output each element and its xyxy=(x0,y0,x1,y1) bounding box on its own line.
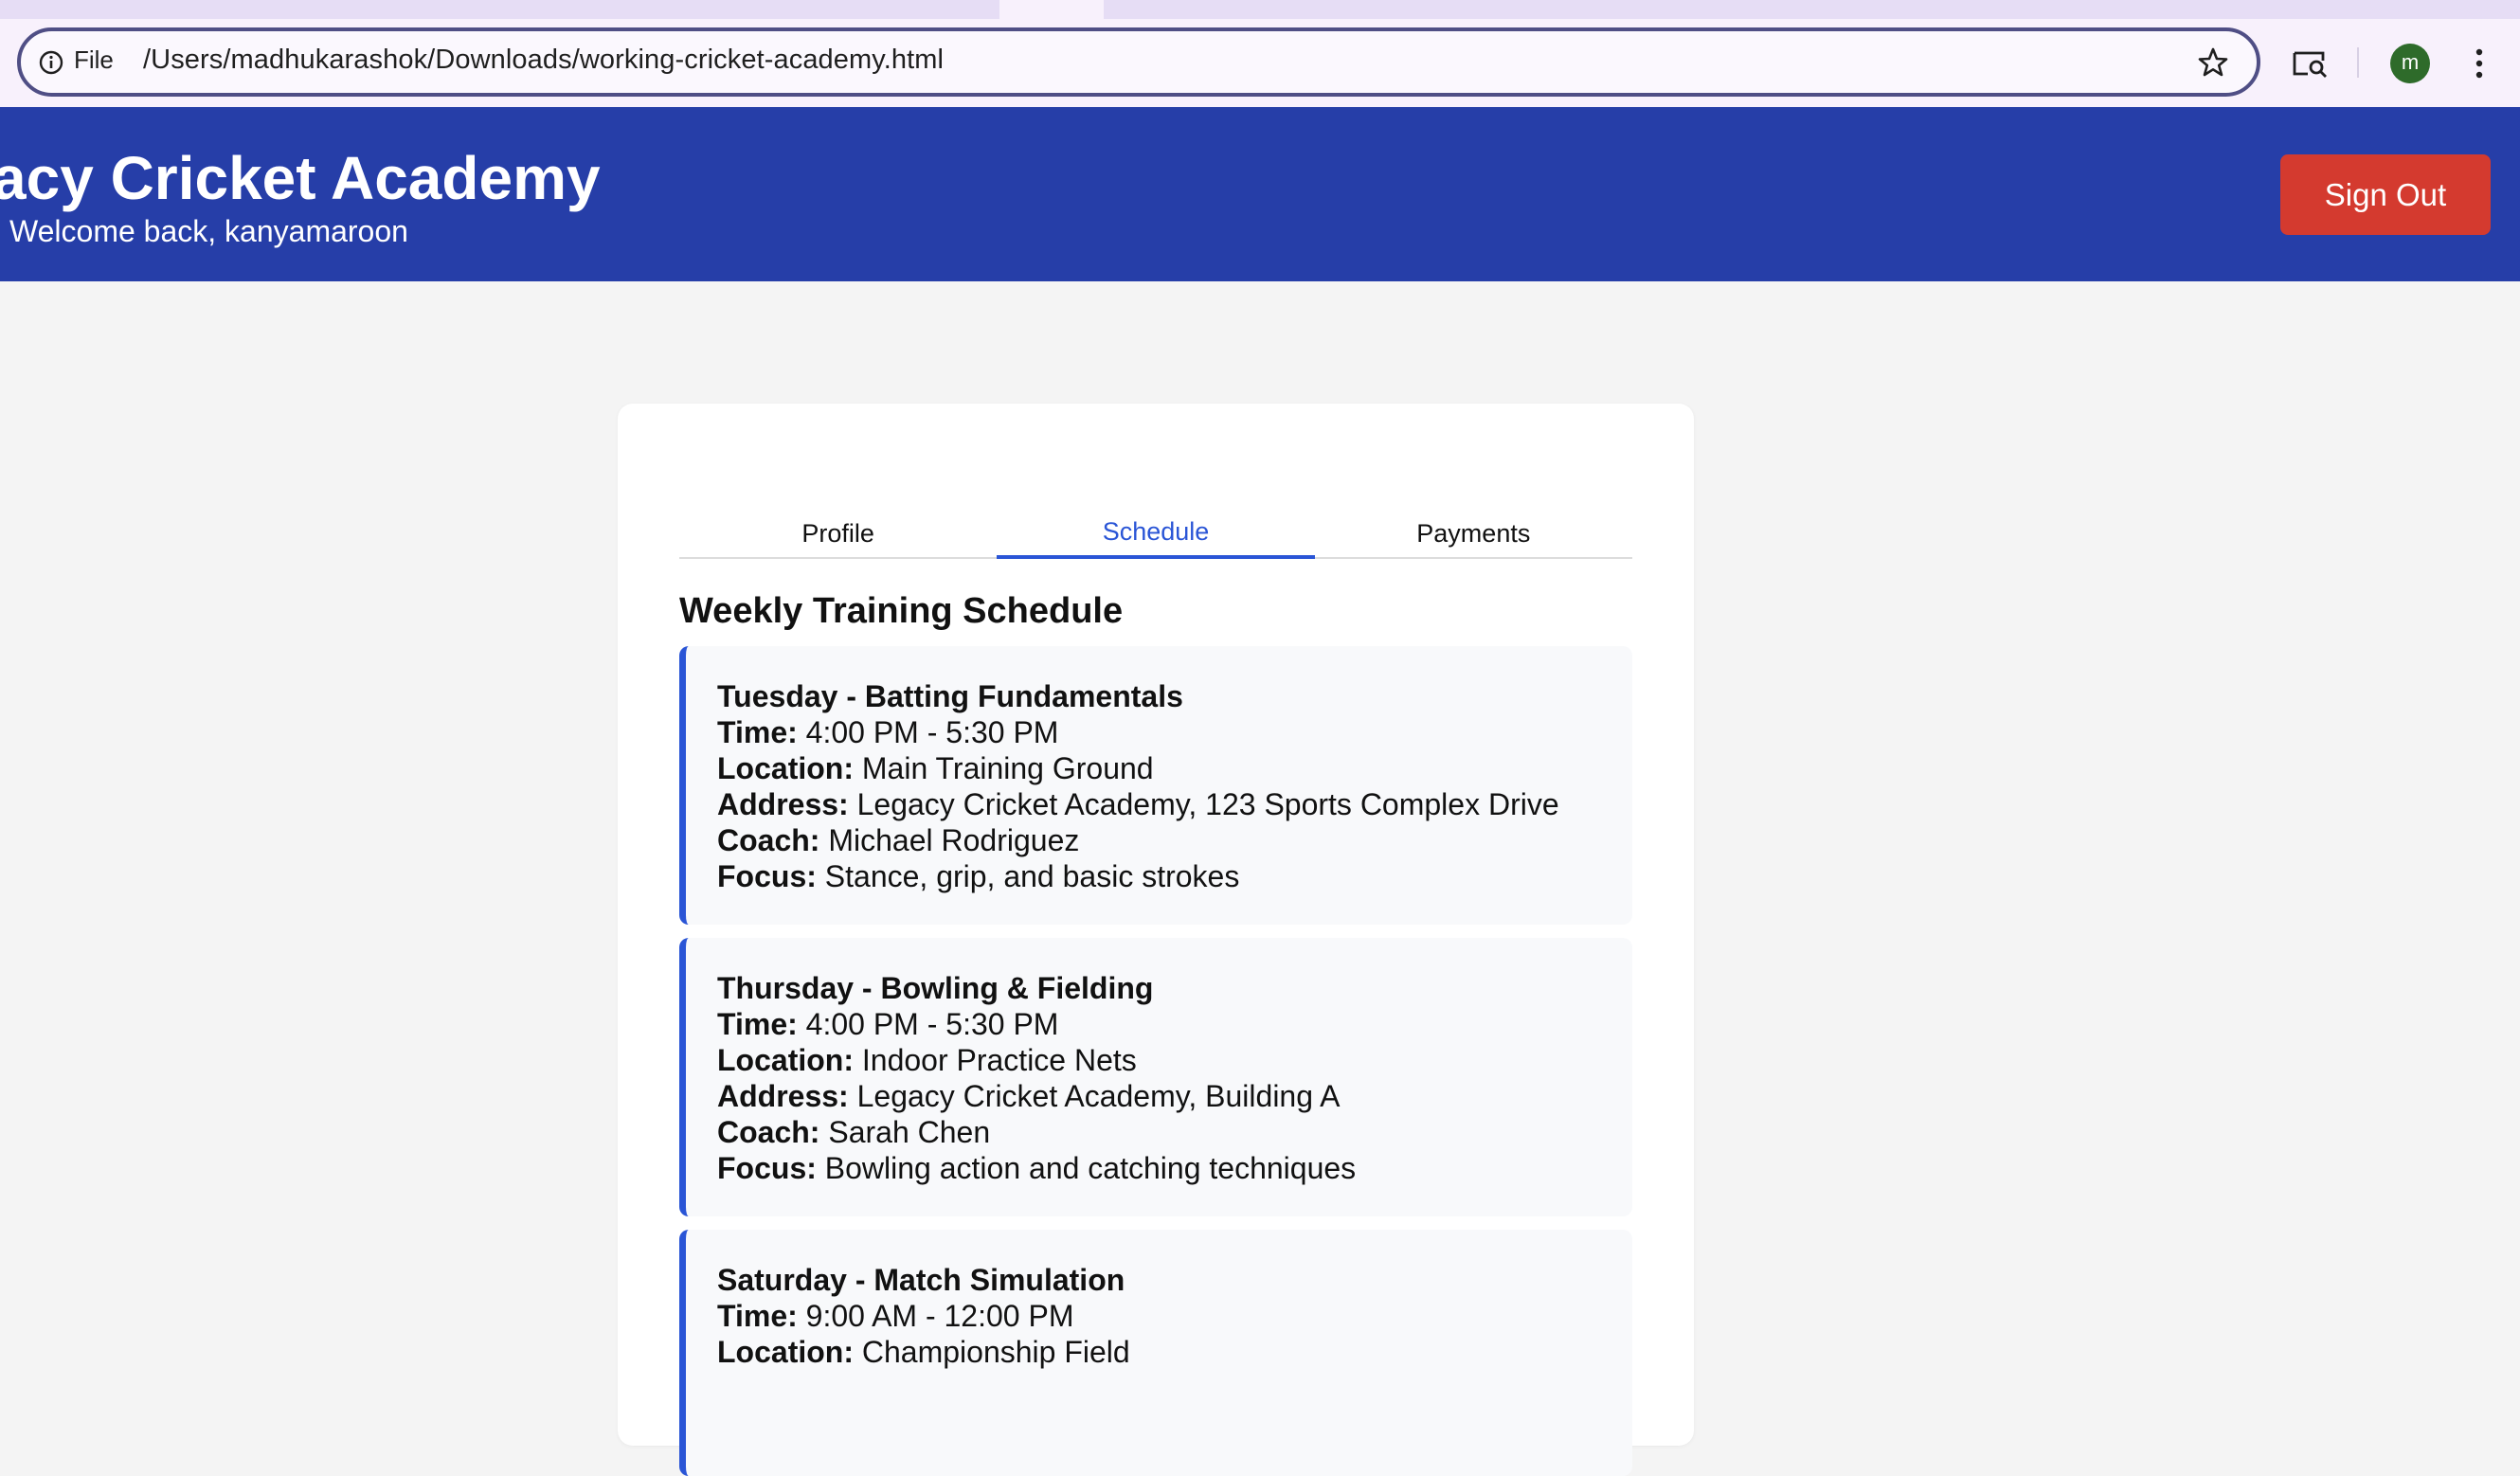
info-icon[interactable] xyxy=(38,49,64,76)
session-time-value: 4:00 PM - 5:30 PM xyxy=(805,1007,1059,1041)
browser-chrome: File /Users/madhukarashok/Downloads/work… xyxy=(0,0,2520,107)
session-location: Location: Championship Field xyxy=(717,1334,1632,1370)
address-label: Address: xyxy=(717,1079,849,1113)
session-coach: Coach: Michael Rodriguez xyxy=(717,822,1632,858)
session-location-value: Main Training Ground xyxy=(861,751,1154,785)
session-coach-value: Michael Rodriguez xyxy=(828,823,1080,857)
tab-payments[interactable]: Payments xyxy=(1315,460,1632,557)
focus-label: Focus: xyxy=(717,1151,817,1185)
session-coach-value: Sarah Chen xyxy=(828,1115,991,1149)
profile-avatar[interactable]: m xyxy=(2390,44,2430,83)
session-address: Address: Legacy Cricket Academy, 123 Spo… xyxy=(717,786,1632,822)
tab-strip xyxy=(0,0,2520,19)
session-focus-value: Bowling action and catching techniques xyxy=(824,1151,1357,1185)
session-address: Address: Legacy Cricket Academy, Buildin… xyxy=(717,1078,1632,1114)
session-time: Time: 4:00 PM - 5:30 PM xyxy=(717,714,1632,750)
welcome-message: Welcome back, kanyamaroon xyxy=(9,214,408,248)
location-label: Location: xyxy=(717,1043,854,1077)
google-lens-icon[interactable] xyxy=(2291,47,2329,80)
session-time-value: 4:00 PM - 5:30 PM xyxy=(805,715,1059,749)
more-menu-icon[interactable] xyxy=(2467,45,2492,81)
time-label: Time: xyxy=(717,1007,798,1041)
browser-tab-active[interactable] xyxy=(999,0,1104,19)
session-location: Location: Main Training Ground xyxy=(717,750,1632,786)
session-location: Location: Indoor Practice Nets xyxy=(717,1042,1632,1078)
tab-profile[interactable]: Profile xyxy=(679,460,997,557)
session-address-value: Legacy Cricket Academy, Building A xyxy=(856,1079,1341,1113)
time-label: Time: xyxy=(717,1299,798,1333)
session-focus-value: Stance, grip, and basic strokes xyxy=(824,859,1240,893)
session-location-value: Indoor Practice Nets xyxy=(861,1043,1137,1077)
tab-schedule[interactable]: Schedule xyxy=(997,460,1315,559)
session-card: Thursday - Bowling & Fielding Time: 4:00… xyxy=(679,938,1632,1216)
dashboard-card: Profile Schedule Payments Weekly Trainin… xyxy=(618,404,1694,1476)
session-focus: Focus: Stance, grip, and basic strokes xyxy=(717,858,1632,894)
session-time-value: 9:00 AM - 12:00 PM xyxy=(805,1299,1074,1333)
address-label: Address: xyxy=(717,787,849,821)
coach-label: Coach: xyxy=(717,823,820,857)
sign-out-button[interactable]: Sign Out xyxy=(2280,154,2491,235)
session-card: Saturday - Match Simulation Time: 9:00 A… xyxy=(679,1230,1632,1476)
location-label: Location: xyxy=(717,1335,854,1369)
session-heading: Thursday - Bowling & Fielding xyxy=(717,971,1154,1005)
session-card: Tuesday - Batting Fundamentals Time: 4:0… xyxy=(679,646,1632,925)
time-label: Time: xyxy=(717,715,798,749)
session-heading: Tuesday - Batting Fundamentals xyxy=(717,679,1183,713)
session-coach: Coach: Sarah Chen xyxy=(717,1114,1632,1150)
session-time: Time: 4:00 PM - 5:30 PM xyxy=(717,1006,1632,1042)
file-scheme-label: File xyxy=(74,45,114,74)
focus-label: Focus: xyxy=(717,859,817,893)
dashboard-tabs: Profile Schedule Payments xyxy=(679,460,1632,559)
url-text[interactable]: /Users/madhukarashok/Downloads/working-c… xyxy=(143,45,944,76)
session-focus: Focus: Bowling action and catching techn… xyxy=(717,1150,1632,1186)
session-time: Time: 9:00 AM - 12:00 PM xyxy=(717,1298,1632,1334)
academy-title: acy Cricket Academy xyxy=(0,144,601,212)
coach-label: Coach: xyxy=(717,1115,820,1149)
app-header: acy Cricket Academy Welcome back, kanyam… xyxy=(0,107,2520,281)
session-location-value: Championship Field xyxy=(861,1335,1130,1369)
session-heading: Saturday - Match Simulation xyxy=(717,1263,1125,1297)
bookmark-star-icon[interactable] xyxy=(2196,45,2230,80)
location-label: Location: xyxy=(717,751,854,785)
toolbar-divider xyxy=(2357,47,2359,78)
schedule-title: Weekly Training Schedule xyxy=(679,591,1124,631)
session-address-value: Legacy Cricket Academy, 123 Sports Compl… xyxy=(856,787,1559,821)
